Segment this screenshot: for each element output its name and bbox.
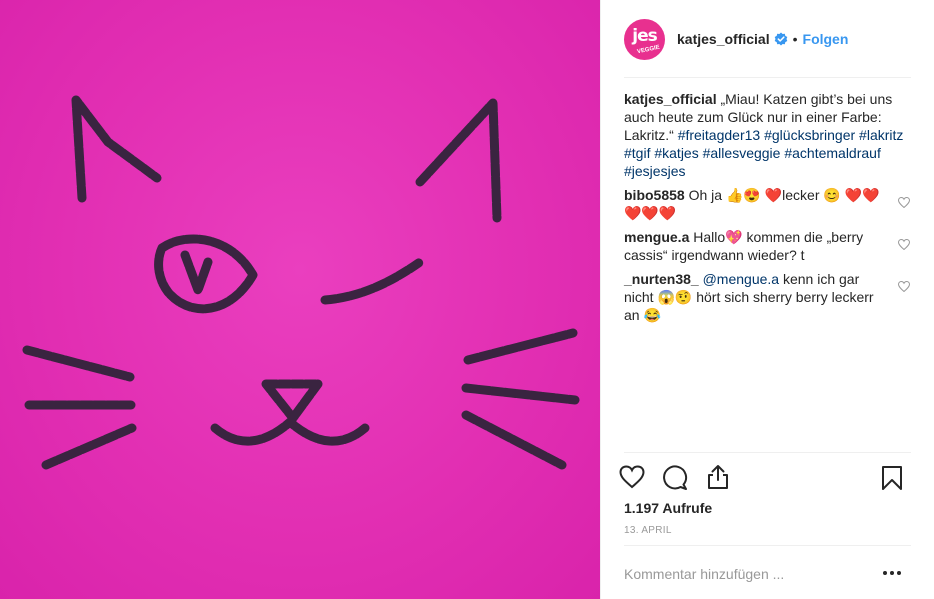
bookmark-icon[interactable] [881,465,903,491]
instagram-post: jes VEGGIE katjes_official • Folgen katj… [0,0,934,599]
comments-list: katjes_official „Miau! Katzen gibt’s bei… [624,90,914,330]
header-separator: • [792,31,798,47]
hashtag[interactable]: #allesveggie [703,145,781,161]
hashtag[interactable]: #achtemaldrauf [784,145,881,161]
follow-button[interactable]: Folgen [803,31,849,47]
caption-username[interactable]: katjes_official [624,91,717,107]
comment-item: bibo5858 Oh ja 👍😍 ❤️lecker 😊 ❤️❤️❤️❤️❤️ [624,186,914,222]
like-comment-heart-icon[interactable] [898,239,910,250]
nose [261,379,323,423]
hashtag[interactable]: #glücksbringer [764,127,855,143]
left-ear [71,95,162,203]
comment-username[interactable]: mengue.a [624,229,689,245]
post-actions-bar [601,460,934,496]
comment-username[interactable]: bibo5858 [624,187,685,203]
left-whisker-3 [41,423,137,470]
right-whisker-2 [461,383,580,405]
right-ear [415,98,502,223]
post-side-panel: jes VEGGIE katjes_official • Folgen katj… [600,0,934,599]
more-options-icon[interactable] [882,568,902,578]
account-avatar[interactable]: jes VEGGIE [624,18,665,60]
hashtag[interactable]: #lakritz [859,127,903,143]
comment-item: mengue.a Hallo💖 kommen die „berry cassis… [624,228,914,264]
share-icon[interactable] [706,464,730,490]
comment-mention[interactable]: @mengue.a [703,271,779,287]
heart-icon[interactable] [619,465,645,489]
actions-divider [624,452,911,453]
comment-item: _nurten38_ @mengue.a kenn ich gar nicht … [624,270,914,324]
mouth [210,417,370,446]
verified-badge-icon [774,32,787,46]
comment-icon[interactable] [662,465,688,491]
right-whisker-3 [461,410,567,470]
left-whisker-1 [22,345,135,382]
comment-box-divider [624,545,911,546]
post-date[interactable]: 13. APRIL [624,525,672,536]
avatar-logo-text: jes [632,26,658,46]
like-comment-heart-icon[interactable] [898,281,910,292]
post-header: jes VEGGIE katjes_official • Folgen [601,0,934,78]
hashtag[interactable]: #tgif [624,145,650,161]
hashtag[interactable]: #katjes [654,145,698,161]
comment-username[interactable]: _nurten38_ [624,271,699,287]
view-count[interactable]: 1.197 Aufrufe [624,500,712,516]
right-whisker-1 [463,328,578,365]
hashtag[interactable]: #jesjesjes [624,163,685,179]
post-image[interactable] [0,0,600,599]
left-pupil [180,250,213,295]
add-comment-input[interactable] [624,560,864,588]
licorice-cat-illustration [22,95,580,470]
right-eye-wink [320,257,425,305]
hashtag[interactable]: #freitagder13 [678,127,761,143]
account-username[interactable]: katjes_official [677,31,770,47]
post-caption: katjes_official „Miau! Katzen gibt’s bei… [624,90,914,180]
like-comment-heart-icon[interactable] [898,197,910,208]
header-divider [624,77,911,78]
